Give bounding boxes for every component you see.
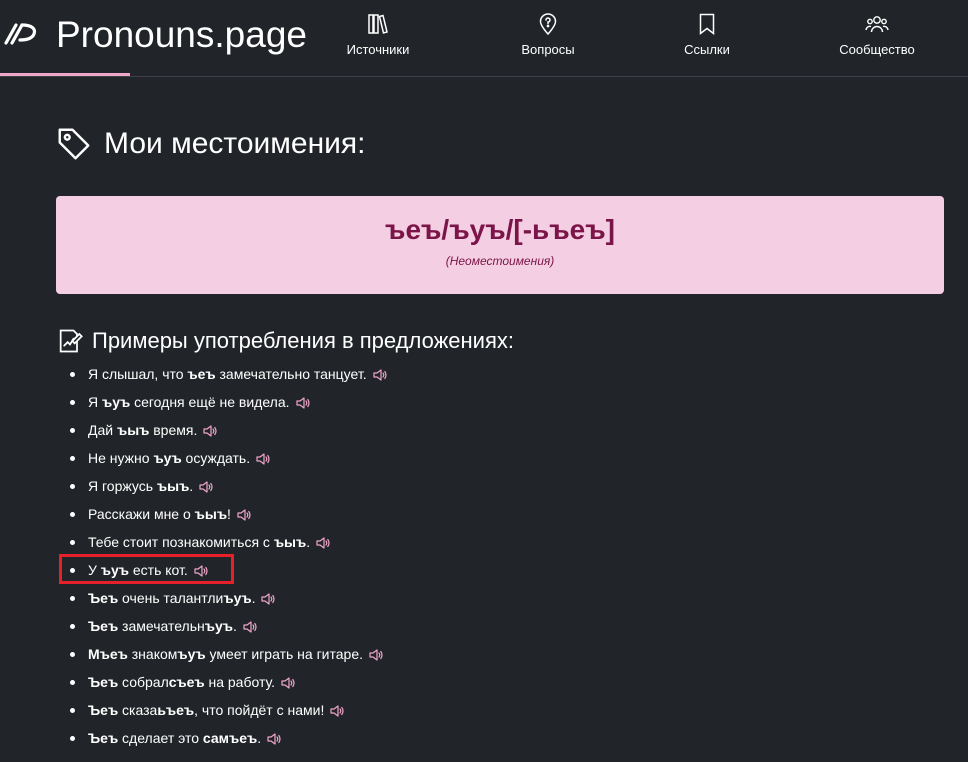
bookmark-icon <box>699 13 715 36</box>
sentence-text: . <box>189 478 194 494</box>
brand-title: Pronouns.page <box>56 14 307 55</box>
example-sentence: Ъеъ очень талантлиъуъ. <box>70 584 950 612</box>
sentence-text: Я <box>88 394 102 410</box>
sentence-text: замечательн <box>118 618 205 634</box>
pronoun-form: ъуъ <box>204 618 233 634</box>
sentence-text: сегодня ещё не видела. <box>130 394 290 410</box>
sentence-text: ! <box>227 506 231 522</box>
brand-home-link[interactable]: Pronouns.page <box>0 0 307 76</box>
speaker-icon[interactable] <box>368 647 384 663</box>
sentence-text: осуждать. <box>181 450 251 466</box>
active-nav-underline <box>0 73 130 76</box>
sentence-text: сказа <box>118 702 158 718</box>
speaker-icon[interactable] <box>202 423 218 439</box>
pronoun-card: ъеъ/ъуъ/[-ьъеъ] (Неоместоимения) <box>56 196 944 294</box>
sentence-text: Я горжусь <box>88 478 157 494</box>
speaker-icon[interactable] <box>372 367 388 383</box>
pronoun-form: ьъеъ <box>157 702 195 718</box>
pronoun-form: Ъеъ <box>88 674 119 690</box>
speaker-icon[interactable] <box>329 703 345 719</box>
pronoun-form: ъыъ <box>116 422 150 438</box>
sentence-text: Я слышал, что <box>88 366 188 382</box>
sentence-text: знаком <box>127 646 178 662</box>
speaker-icon[interactable] <box>255 451 271 467</box>
sentence-text: на работу. <box>204 674 276 690</box>
example-sentence: Дай ъыъ время. <box>70 416 950 444</box>
sentence-text: Тебе стоит познакомиться с <box>88 534 274 550</box>
nav-faq[interactable]: Вопросы <box>488 12 608 64</box>
nav-sources[interactable]: Источники <box>318 12 438 64</box>
nav-community[interactable]: Сообщество <box>817 12 937 64</box>
sentence-text: очень талантли <box>118 590 224 606</box>
sentence-text: . <box>257 730 262 746</box>
nav-links-label: Ссылки <box>684 42 730 57</box>
sentence-text: умеет играть на гитаре. <box>205 646 363 662</box>
sentence-text: собрал <box>118 674 169 690</box>
pronoun-form: Мъеъ <box>88 646 128 662</box>
speaker-icon[interactable] <box>242 619 258 635</box>
example-sentence: Ъеъ сказаьъеъ, что пойдёт с нами! <box>70 696 950 724</box>
pronoun-form: ъуъ <box>177 646 206 662</box>
pronoun-value: ъеъ/ъуъ/[-ьъеъ] <box>385 214 615 245</box>
sentence-text: Дай <box>88 422 117 438</box>
pronoun-form: ъуъ <box>102 394 131 410</box>
pronouns-logo-icon <box>4 23 37 45</box>
top-navbar: Pronouns.page Источники Вопросы Ссылки С… <box>0 0 968 77</box>
sentence-text: . <box>232 618 237 634</box>
pronoun-form: ъыъ <box>156 478 190 494</box>
sentence-text: Расскажи мне о <box>88 506 195 522</box>
sentence-text: . <box>306 534 311 550</box>
tag-icon <box>58 128 90 160</box>
users-icon <box>865 16 889 33</box>
sentence-text: время. <box>149 422 198 438</box>
example-sentence: Я слышал, что ъеъ замечательно танцует. <box>70 360 950 388</box>
nav-community-label: Сообщество <box>839 42 915 57</box>
examples-heading-text: Примеры употребления в предложениях: <box>92 328 514 353</box>
example-sentence: Ъеъ сделает это самъеъ. <box>70 724 950 752</box>
my-pronouns-heading: Мои местоимения: <box>56 124 365 164</box>
speaker-icon[interactable] <box>198 479 214 495</box>
example-sentence: Расскажи мне о ъыъ! <box>70 500 950 528</box>
pronoun-form: ъыъ <box>194 506 228 522</box>
speaker-icon[interactable] <box>266 731 282 747</box>
pronoun-form: Ъеъ <box>88 730 119 746</box>
example-sentence: Не нужно ъуъ осуждать. <box>70 444 950 472</box>
nav-faq-label: Вопросы <box>521 42 575 57</box>
sentence-text: сделает это <box>118 730 203 746</box>
highlight-box <box>59 554 234 584</box>
my-pronouns-heading-text: Мои местоимения: <box>104 127 366 160</box>
pronoun-form: съеъ <box>168 674 205 690</box>
pronoun-form: ъуъ <box>153 450 182 466</box>
sentence-text: Не нужно <box>88 450 154 466</box>
pronoun-form: Ъеъ <box>88 590 119 606</box>
example-sentence: Мъеъ знакомъуъ умеет играть на гитаре. <box>70 640 950 668</box>
pronoun-form: Ъеъ <box>88 618 119 634</box>
speaker-icon[interactable] <box>280 675 296 691</box>
edit-document-icon <box>59 329 83 353</box>
pronoun-form: ъеъ <box>187 366 216 382</box>
example-sentence: Я ъуъ сегодня ещё не видела. <box>70 388 950 416</box>
speaker-icon[interactable] <box>260 591 276 607</box>
pronoun-note: (Неоместоимения) <box>445 254 555 268</box>
pronoun-form: ъуъ <box>223 590 252 606</box>
map-pin-question-icon <box>539 13 557 36</box>
books-icon <box>368 14 388 34</box>
nav-links[interactable]: Ссылки <box>647 12 767 64</box>
example-sentence: Ъеъ собралсъеъ на работу. <box>70 668 950 696</box>
sentence-text: . <box>251 590 256 606</box>
pronoun-form: самъеъ <box>202 730 258 746</box>
speaker-icon[interactable] <box>315 535 331 551</box>
pronoun-form: Ъеъ <box>88 702 119 718</box>
speaker-icon[interactable] <box>295 395 311 411</box>
pronoun-form: ъыъ <box>273 534 307 550</box>
sentence-text: замечательно танцует. <box>215 366 367 382</box>
nav-sources-label: Источники <box>346 42 410 57</box>
example-sentence: Тебе стоит познакомиться с ъыъ. <box>70 528 950 556</box>
examples-heading: Примеры употребления в предложениях: <box>56 325 514 357</box>
sentence-text: , что пойдёт с нами! <box>194 702 325 718</box>
example-sentence: Я горжусь ъыъ. <box>70 472 950 500</box>
example-sentence: Ъеъ замечательнъуъ. <box>70 612 950 640</box>
speaker-icon[interactable] <box>236 507 252 523</box>
